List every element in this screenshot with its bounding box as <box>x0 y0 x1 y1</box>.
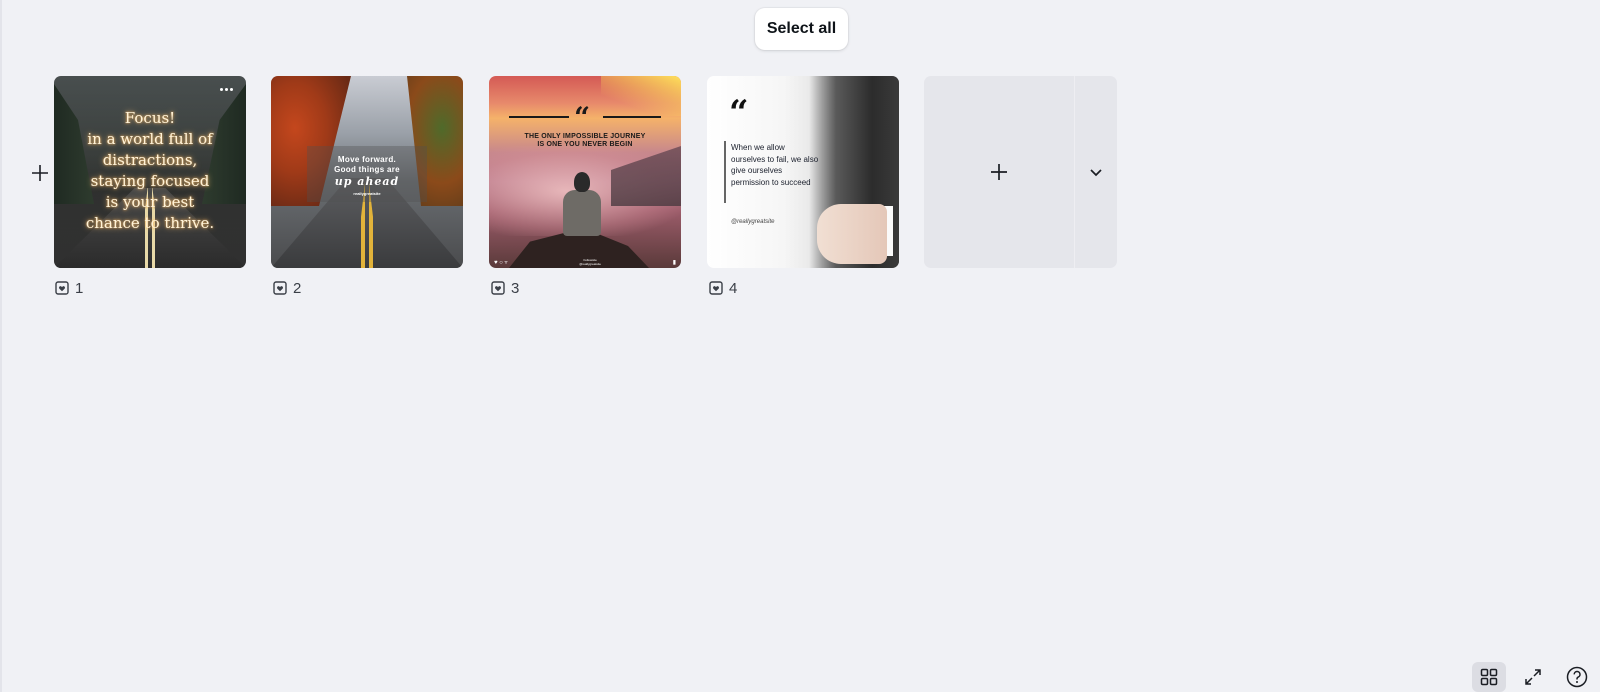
grid-view-icon <box>1480 668 1498 686</box>
page-number: 3 <box>511 279 520 297</box>
add-page-dropdown-button[interactable] <box>1074 76 1117 268</box>
plus-icon <box>991 164 1007 180</box>
fullscreen-button[interactable] <box>1516 662 1550 692</box>
page-label-1: 1 <box>55 279 83 297</box>
quote-line: distractions, <box>102 151 198 169</box>
chevron-down-icon <box>1090 169 1102 177</box>
title-line: IS ONE YOU NEVER BEGIN <box>537 141 633 148</box>
quote-mark-icon: “ <box>729 93 749 133</box>
notes-icon[interactable] <box>273 281 287 295</box>
page-4-handle: @reallygreatsite <box>731 219 775 225</box>
quote-line: is your best <box>105 193 195 211</box>
help-icon <box>1566 666 1588 688</box>
page-number: 1 <box>75 279 84 297</box>
page-2-script-text: up ahead <box>334 175 400 188</box>
page-thumbnail-3[interactable]: “ THE ONLY IMPOSSIBLE JOURNEY IS ONE YOU… <box>489 76 681 268</box>
divider-right <box>603 116 661 118</box>
quote-mark-icon: “ <box>574 101 591 134</box>
footer-handle: @reallygreatsite <box>579 262 601 266</box>
plus-icon <box>32 165 48 181</box>
text-line: Good things are <box>334 165 400 174</box>
page-3-title: THE ONLY IMPOSSIBLE JOURNEY IS ONE YOU N… <box>489 133 681 149</box>
select-all-button[interactable]: Select all <box>755 8 848 50</box>
left-edge-border <box>0 0 2 692</box>
page-label-3: 3 <box>491 279 519 297</box>
page-1-quote: Focus! in a world full of distractions, … <box>54 108 246 234</box>
page-number: 2 <box>293 279 302 297</box>
person-graphic <box>563 190 601 236</box>
page-2-text: Move forward. Good things are <box>271 155 463 175</box>
page-thumbnail-2[interactable]: Move forward. Good things are up ahead r… <box>271 76 463 268</box>
hand-graphic <box>817 204 887 264</box>
quote-bar <box>724 141 726 203</box>
add-page-button[interactable] <box>924 76 1074 268</box>
divider-left <box>509 116 569 118</box>
grid-view-button[interactable] <box>1472 662 1506 692</box>
social-icons: ♥ ○ ▿ <box>494 259 508 266</box>
page-thumbnail-1[interactable]: Focus! in a world full of distractions, … <box>54 76 246 268</box>
more-options-icon[interactable] <box>212 80 240 98</box>
page-label-4: 4 <box>709 279 737 297</box>
page-4-quote: When we allow ourselves to fail, we also… <box>731 143 819 187</box>
page-thumbnail-4[interactable]: “ When we allow ourselves to fail, we al… <box>707 76 899 268</box>
sunset-graphic <box>601 76 681 116</box>
quote-line: chance to thrive. <box>85 214 215 232</box>
quote-line: staying focused <box>90 172 210 190</box>
expand-icon <box>1525 669 1541 685</box>
insert-page-button[interactable] <box>29 162 51 184</box>
text-line: Move forward. <box>337 155 397 164</box>
page-2-handle: reallygreatsite <box>353 191 381 196</box>
title-line: THE ONLY IMPOSSIBLE JOURNEY <box>524 133 646 140</box>
person-head-graphic <box>574 172 590 192</box>
page-3-footer: ♥ ○ ▿ Followsite @reallygreatsite ▮ <box>489 256 681 268</box>
footer-text: Followsite @reallygreatsite <box>579 258 601 266</box>
quote-line: Focus! <box>124 109 176 127</box>
bookmark-icon: ▮ <box>672 259 676 266</box>
page-number: 4 <box>729 279 738 297</box>
notes-icon[interactable] <box>55 281 69 295</box>
page-label-2: 2 <box>273 279 301 297</box>
help-button[interactable] <box>1560 662 1594 692</box>
quote-line: in a world full of <box>87 130 213 148</box>
notes-icon[interactable] <box>491 281 505 295</box>
notes-icon[interactable] <box>709 281 723 295</box>
